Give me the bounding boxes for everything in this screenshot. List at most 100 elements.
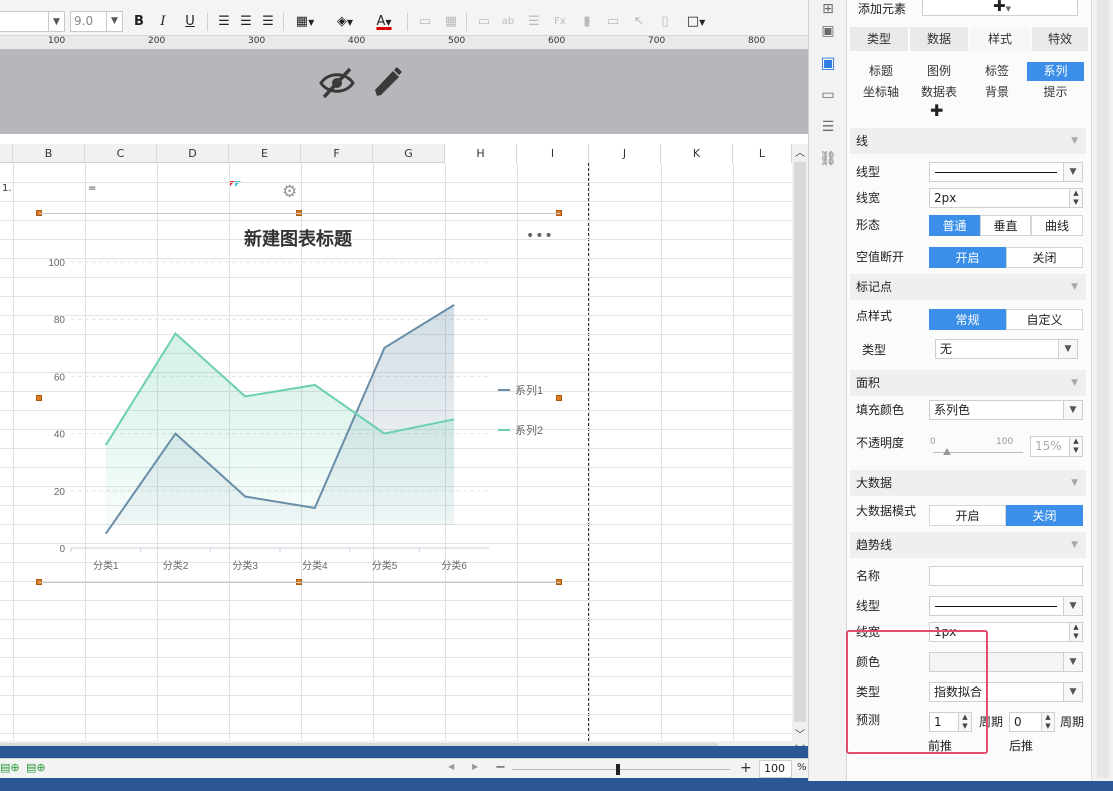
subtab-title[interactable]: 标题 (853, 62, 909, 81)
more-options-icon[interactable]: ••• (526, 228, 554, 244)
column-header[interactable]: I (517, 144, 589, 163)
shape-normal-button[interactable]: 普通 (929, 215, 980, 236)
chevron-down-icon[interactable]: ﹀ (795, 726, 805, 741)
chevron-down-icon[interactable]: ▼ (106, 11, 122, 32)
cell-properties-icon[interactable]: ▣ (819, 22, 837, 40)
column-header[interactable]: G (373, 144, 445, 163)
subtab-label[interactable]: 标签 (969, 62, 1025, 81)
chart-icon[interactable]: ▮ (577, 11, 597, 33)
zoom-input[interactable]: 100 (759, 760, 792, 778)
document-icon[interactable]: ▯ (655, 11, 675, 33)
table-icon[interactable]: ▦ (441, 11, 461, 33)
column-header[interactable]: J (589, 144, 661, 163)
chevron-down-icon[interactable]: ▼ (1063, 683, 1082, 701)
point-style-normal-button[interactable]: 常规 (929, 309, 1006, 330)
point-style-custom-button[interactable]: 自定义 (1006, 309, 1083, 330)
bigdata-off-button[interactable]: 关闭 (1006, 505, 1083, 526)
chevron-down-icon[interactable]: ▼ (1058, 340, 1077, 358)
align-center-icon[interactable]: ☰ (236, 11, 256, 33)
chevron-up-icon[interactable]: ︿ (795, 144, 805, 159)
chevron-down-icon[interactable]: ▼ (48, 11, 64, 32)
column-header[interactable]: D (157, 144, 229, 163)
stepper-icon[interactable]: ▲ ▼ (1041, 713, 1054, 731)
image-icon[interactable]: ▭ (603, 11, 623, 33)
border-icon[interactable]: ▦▼ (289, 11, 321, 33)
column-header[interactable]: B (13, 144, 85, 163)
section-marker[interactable]: 标记点 ▼ (850, 274, 1086, 300)
scrollbar-thumb[interactable] (794, 162, 806, 722)
section-area[interactable]: 面积 ▼ (850, 370, 1086, 396)
marker-type-select[interactable]: 无 ▼ (935, 339, 1078, 359)
stepper-icon[interactable]: ▲ ▼ (1069, 189, 1082, 207)
list-icon[interactable]: ☰ (524, 11, 544, 33)
pointer-icon[interactable]: ↖ (629, 11, 649, 33)
stepper-icon[interactable]: ▲ ▼ (1069, 437, 1082, 456)
fill-color-select[interactable]: 系列色 ▼ (929, 400, 1083, 420)
trend-name-input[interactable] (929, 566, 1083, 586)
subtab-tooltip[interactable]: 提示 (1027, 83, 1084, 102)
hide-eye-icon[interactable] (318, 66, 356, 100)
chart-object[interactable]: 新建图表标题 0 20 40 60 80 100 分类1 分类2 分类3 分类4 分类5 分类6 系… (40, 214, 560, 583)
cell-value[interactable]: = (88, 183, 96, 194)
opacity-slider-thumb[interactable] (942, 448, 951, 455)
tab-type[interactable]: 类型 (850, 27, 908, 51)
chevron-down-icon[interactable]: ▼ (1063, 597, 1082, 615)
trend-line-type-select[interactable]: ▼ (929, 596, 1083, 616)
frame-icon[interactable]: □▼ (681, 11, 711, 33)
subtab-series[interactable]: 系列 (1027, 62, 1084, 81)
text-style-icon[interactable]: ab (498, 11, 518, 33)
vertical-scrollbar[interactable]: ︿ ﹀ (792, 144, 808, 741)
opacity-input[interactable]: 15% ▲ ▼ (1030, 436, 1083, 457)
line-type-select[interactable]: ▼ (929, 162, 1083, 182)
line-width-input[interactable]: 2px ▲ ▼ (929, 188, 1083, 208)
align-left-icon[interactable]: ☰ (214, 11, 234, 33)
column-header[interactable]: E (229, 144, 301, 163)
font-name-select[interactable]: ▼ (0, 11, 65, 32)
chevron-down-icon[interactable]: ﹀ (792, 741, 808, 746)
resize-handle[interactable] (556, 395, 562, 401)
zoom-slider-track[interactable] (512, 769, 730, 770)
add-report-icon[interactable]: ▤⊕ (26, 761, 46, 774)
add-element-button[interactable]: ✚▼ (922, 0, 1078, 16)
tab-style[interactable]: 样式 (970, 27, 1030, 51)
resize-handle[interactable] (36, 395, 42, 401)
subtab-background[interactable]: 背景 (969, 83, 1025, 102)
prev-sheet-icon[interactable]: ◀ (448, 762, 454, 771)
tab-data[interactable]: 数据 (910, 27, 968, 51)
column-header[interactable]: L (733, 144, 792, 163)
subtab-legend[interactable]: 图例 (911, 62, 967, 81)
subtab-axis[interactable]: 坐标轴 (853, 83, 909, 102)
bigdata-on-button[interactable]: 开启 (929, 505, 1006, 526)
column-header[interactable] (0, 144, 13, 163)
section-trendline[interactable]: 趋势线 ▼ (850, 532, 1086, 558)
next-sheet-icon[interactable]: ▶ (472, 762, 478, 771)
edit-pencil-icon[interactable] (371, 66, 403, 100)
chevron-down-icon[interactable]: ▼ (1063, 163, 1082, 181)
underline-button[interactable]: U (180, 11, 200, 33)
merge-cells-icon[interactable]: ▭ (415, 11, 435, 33)
column-header[interactable]: F (301, 144, 373, 163)
layer-icon[interactable]: ☰ (819, 118, 837, 136)
column-header[interactable]: H (445, 144, 517, 163)
scrollbar-thumb[interactable] (1097, 0, 1109, 778)
zoom-out-icon[interactable]: − (495, 760, 506, 775)
column-header[interactable]: C (85, 144, 157, 163)
widget-icon[interactable]: ⊞ (819, 0, 837, 18)
scrollbar-thumb[interactable] (0, 743, 718, 746)
section-bigdata[interactable]: 大数据 ▼ (850, 470, 1086, 496)
condition-icon[interactable]: ▭ (819, 86, 837, 104)
zoom-slider-thumb[interactable] (616, 764, 620, 775)
zoom-in-icon[interactable]: + (740, 760, 752, 776)
chevron-down-icon[interactable]: ▼ (1063, 401, 1082, 419)
tab-effects[interactable]: 特效 (1032, 27, 1088, 51)
link-icon[interactable]: ⛓ (819, 150, 837, 168)
section-line[interactable]: 线 ▼ (850, 128, 1086, 154)
horizontal-scrollbar[interactable] (0, 741, 792, 746)
add-sheet-icon[interactable]: ▤⊕ (0, 761, 20, 774)
fill-color-icon[interactable]: ◈▼ (328, 11, 362, 33)
chart-title[interactable]: 新建图表标题 (244, 228, 353, 249)
subtab-data-table[interactable]: 数据表 (911, 83, 967, 102)
cell-value[interactable]: 1. (2, 183, 12, 194)
font-size-select[interactable]: 9.0 ▼ (70, 11, 123, 32)
italic-button[interactable]: I (153, 11, 173, 33)
